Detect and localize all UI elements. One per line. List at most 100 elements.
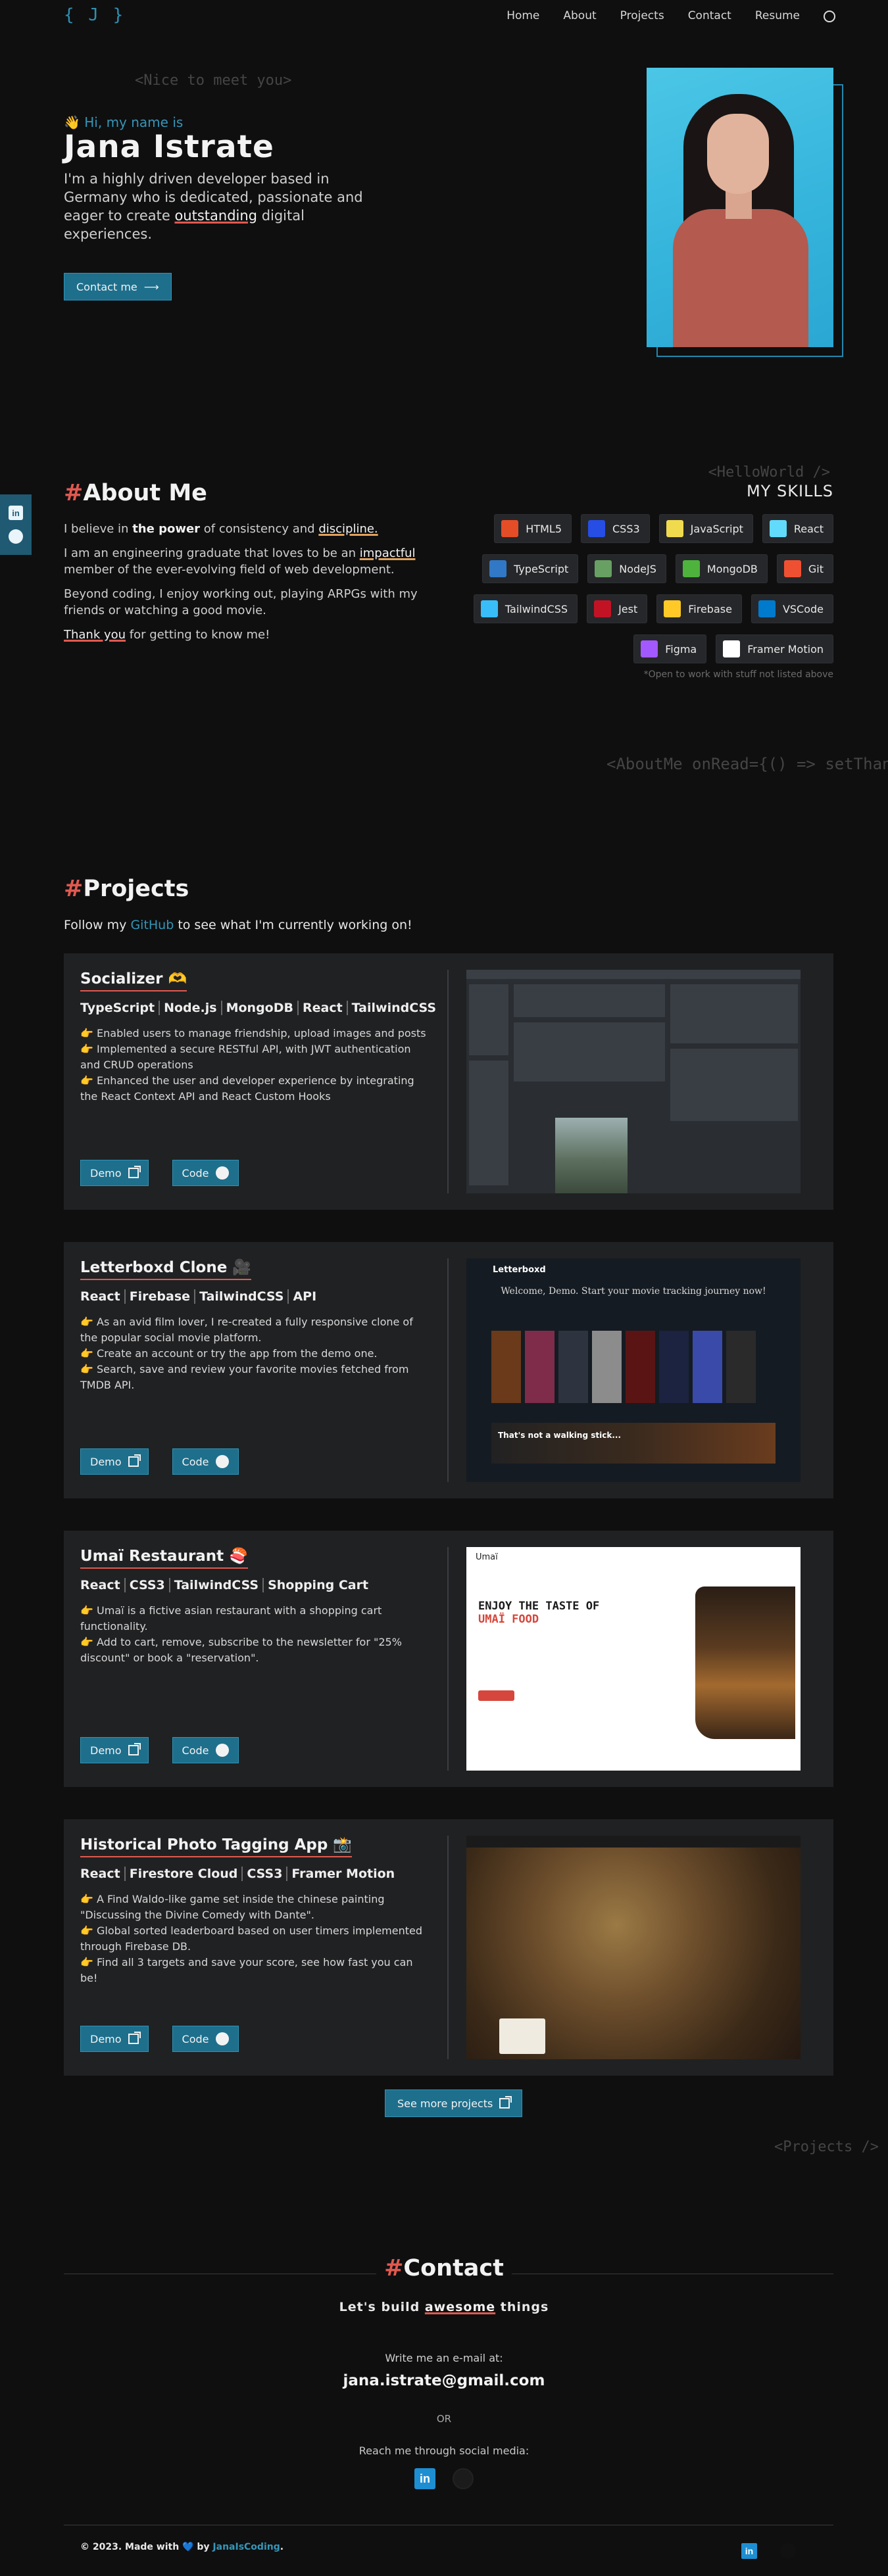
mongodb-icon <box>682 560 700 577</box>
external-link-icon <box>128 1743 141 1755</box>
arrow-right-icon: ⟶ <box>143 280 159 293</box>
footer-handle-link[interactable]: JanaIsCoding <box>212 2542 280 2552</box>
contact-social-icons: in <box>0 2468 888 2489</box>
contact-or: OR <box>436 2413 452 2425</box>
code-button[interactable]: Code <box>172 2026 239 2052</box>
code-button[interactable]: Code <box>172 1448 239 1475</box>
skill-figma: Figma <box>633 634 707 663</box>
linkedin-icon[interactable]: in <box>9 506 23 520</box>
site-logo[interactable]: { J } <box>64 5 125 25</box>
skill-jest: Jest <box>587 594 648 623</box>
project-screenshot: Umaï ENJOY THE TASTE OF UMAÏ FOOD <box>466 1547 801 1771</box>
card-divider <box>447 1258 449 1482</box>
demo-button[interactable]: Demo <box>80 1448 149 1475</box>
nav-links: Home About Projects Contact Resume <box>506 9 835 22</box>
github-icon[interactable] <box>9 529 23 544</box>
project-stack: TypeScript Node.js MongoDB React TailwindCSS <box>80 1001 436 1015</box>
project-bullets: Umaï is a fictive asian restaurant with … <box>80 1603 429 1666</box>
card-divider <box>447 970 449 1193</box>
skill-label: TypeScript <box>514 562 569 575</box>
jest-icon <box>594 600 612 617</box>
letterboxd-welcome: Welcome, Demo. Start your movie tracking… <box>501 1286 766 1297</box>
project-title: Umaï Restaurant 🍣 <box>80 1547 248 1569</box>
letterboxd-logo: Letterboxd <box>493 1265 546 1275</box>
skill-label: Framer Motion <box>747 642 824 656</box>
css3-icon <box>588 520 605 537</box>
linkedin-icon[interactable]: in <box>741 2543 757 2559</box>
portfolio-page: { J } Home About Projects Contact Resume… <box>0 0 888 2576</box>
contact-social-label: Reach me through social media: <box>358 2445 530 2457</box>
code-button[interactable]: Code <box>172 1737 239 1763</box>
skill-label: Git <box>808 562 824 575</box>
projects-follow-text: Follow my GitHub to see what I'm current… <box>64 918 412 932</box>
nodejs-icon <box>595 560 612 577</box>
skill-label: MongoDB <box>706 562 758 575</box>
letterboxd-banner: That's not a walking stick... <box>498 1431 621 1440</box>
github-icon[interactable] <box>453 2468 474 2489</box>
contact-email-label: Write me an e-mail at: <box>385 2352 503 2364</box>
project-title: Letterboxd Clone 🎥 <box>80 1258 251 1280</box>
skill-typescript: TypeScript <box>482 554 579 583</box>
helloworld-tag: <HelloWorld /> <box>708 464 830 481</box>
demo-button[interactable]: Demo <box>80 1160 149 1186</box>
skills-title: MY SKILLS <box>746 482 833 500</box>
hero-highlight: outstanding <box>174 208 258 224</box>
demo-button[interactable]: Demo <box>80 2026 149 2052</box>
nav-about[interactable]: About <box>563 9 596 22</box>
card-divider <box>447 1836 449 2059</box>
movie-posters <box>491 1331 756 1403</box>
skill-label: Firebase <box>688 602 732 615</box>
hero-greeting: 👋 Hi, my name is <box>64 114 184 130</box>
github-link[interactable]: GitHub <box>130 918 174 932</box>
profile-photo <box>647 68 833 347</box>
demo-button[interactable]: Demo <box>80 1737 149 1763</box>
hero-description: I'm a highly driven developer based in G… <box>64 171 363 242</box>
nav-projects[interactable]: Projects <box>620 9 664 22</box>
project-stack: React CSS3 TailwindCSS Shopping Cart <box>80 1578 429 1592</box>
github-icon[interactable] <box>780 2543 796 2559</box>
about-p4: Thank you for getting to know me! <box>64 628 270 642</box>
javascript-icon <box>666 520 683 537</box>
contact-me-button[interactable]: Contact me ⟶ <box>64 273 172 300</box>
external-link-icon <box>128 1166 141 1178</box>
project-stack: React Firebase TailwindCSS API <box>80 1289 429 1304</box>
firebase-icon <box>664 600 681 617</box>
about-p3: Beyond coding, I enjoy working out, play… <box>64 587 418 617</box>
skill-git: Git <box>776 554 833 583</box>
project-card-photo-tagging: Historical Photo Tagging App 📸 React Fire… <box>64 1819 833 2076</box>
project-screenshot: Letterboxd Welcome, Demo. Start your mov… <box>466 1258 801 1482</box>
skill-framer-motion: Framer Motion <box>716 634 833 663</box>
figma-icon <box>641 640 658 657</box>
skill-firebase: Firebase <box>656 594 742 623</box>
project-card-letterboxd: Letterboxd Clone 🎥 React Firebase Tailwind… <box>64 1242 833 1498</box>
github-icon <box>215 1744 229 1757</box>
nav-home[interactable]: Home <box>506 9 539 22</box>
react-icon <box>769 520 787 537</box>
project-title: Historical Photo Tagging App 📸 <box>80 1836 353 1857</box>
code-button[interactable]: Code <box>172 1160 239 1186</box>
aboutme-code-tag: <AboutMe onRead={() => setThankful <box>606 755 888 773</box>
nav-contact[interactable]: Contact <box>688 9 731 22</box>
project-bullets: A Find Waldo-like game set inside the ch… <box>80 1892 429 1986</box>
typescript-icon <box>489 560 507 577</box>
see-more-projects-button[interactable]: See more projects <box>385 2089 523 2117</box>
github-icon <box>215 2032 229 2045</box>
skill-label: Jest <box>618 602 638 615</box>
nav-resume[interactable]: Resume <box>755 9 800 22</box>
umai-logo: Umaï <box>476 1552 498 1562</box>
contact-tagline: Let's build awesome things <box>339 2300 549 2314</box>
project-card-socializer: Socializer 🫶 TypeScript Node.js MongoDB Rea… <box>64 953 833 1210</box>
card-divider <box>447 1547 449 1771</box>
top-nav: { J } Home About Projects Contact Resume <box>0 0 888 34</box>
theme-toggle-sun-icon[interactable] <box>824 11 835 22</box>
html5-icon <box>501 520 519 537</box>
skill-react: React <box>762 514 833 543</box>
about-title: #About Me <box>64 480 207 506</box>
hero-code-tag: <Nice to meet you> <box>135 72 292 89</box>
skill-tailwindcss: TailwindCSS <box>473 594 578 623</box>
contact-email[interactable]: jana.istrate@gmail.com <box>0 2372 888 2389</box>
skill-label: HTML5 <box>526 522 562 535</box>
linkedin-icon[interactable]: in <box>414 2468 435 2489</box>
skill-mongodb: MongoDB <box>675 554 768 583</box>
skills-list: HTML5 CSS3 JavaScript React TypeScript NodeJS… <box>465 514 833 663</box>
